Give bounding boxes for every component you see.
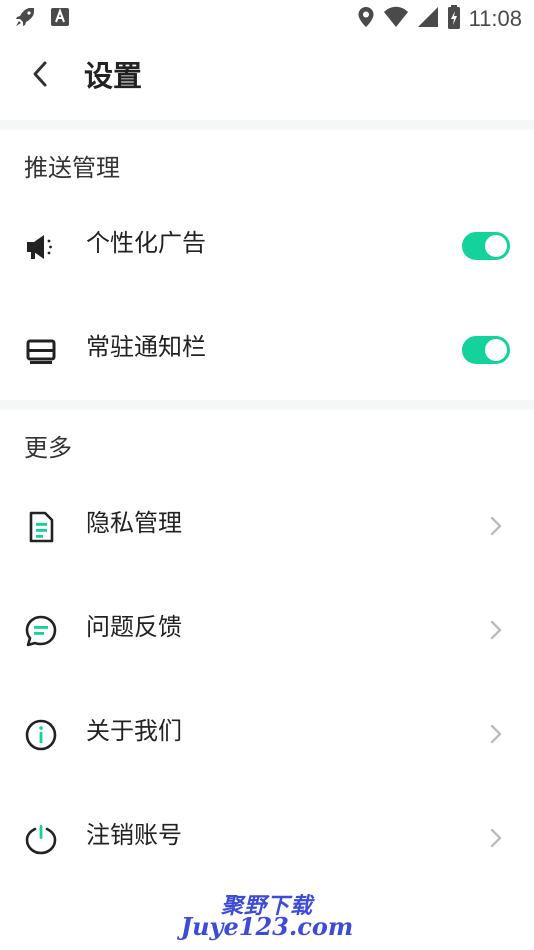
row-label: 注销账号	[86, 821, 182, 849]
signal-icon	[417, 6, 439, 32]
section-title-push: 推送管理	[24, 154, 120, 182]
settings-row-privacy[interactable]: 隐私管理	[0, 484, 534, 564]
section-title-more: 更多	[24, 434, 72, 462]
page-title: 设置	[84, 59, 143, 93]
personalized-ads-toggle[interactable]	[462, 232, 510, 260]
status-bar: 11:08	[0, 0, 534, 36]
row-label: 隐私管理	[86, 509, 182, 537]
settings-row-personalized-ads[interactable]: 个性化广告	[0, 204, 534, 284]
rocket-icon	[14, 6, 36, 32]
settings-row-about[interactable]: 关于我们	[0, 692, 534, 772]
text-a-icon	[50, 7, 70, 31]
status-right: 11:08	[357, 5, 522, 33]
row-label: 问题反馈	[86, 613, 182, 641]
back-button[interactable]	[20, 56, 60, 96]
status-time: 11:08	[468, 6, 522, 31]
chevron-right-icon	[488, 826, 504, 850]
battery-icon	[447, 5, 461, 33]
location-icon	[357, 6, 375, 32]
power-icon	[24, 822, 58, 856]
settings-row-notification-bar[interactable]: 常驻通知栏	[0, 308, 534, 388]
info-icon	[24, 718, 58, 752]
watermark-url: Juye123.com	[180, 912, 354, 941]
feedback-chat-icon	[24, 614, 58, 648]
settings-row-feedback[interactable]: 问题反馈	[0, 588, 534, 668]
settings-row-delete-account[interactable]: 注销账号	[0, 796, 534, 876]
chevron-right-icon	[488, 722, 504, 746]
row-label: 关于我们	[86, 717, 182, 745]
row-label: 常驻通知栏	[86, 333, 206, 361]
toggle-knob	[485, 339, 507, 361]
notification-bar-toggle[interactable]	[462, 336, 510, 364]
chevron-left-icon	[30, 60, 50, 92]
toggle-knob	[485, 235, 507, 257]
app-bar: 设置	[0, 36, 534, 120]
chevron-right-icon	[488, 514, 504, 538]
wifi-icon	[383, 6, 409, 32]
megaphone-icon	[24, 230, 58, 264]
section-divider	[0, 400, 534, 410]
notification-bar-icon	[24, 334, 58, 368]
status-left	[14, 6, 70, 32]
chevron-right-icon	[488, 618, 504, 642]
row-label: 个性化广告	[86, 229, 206, 257]
section-divider	[0, 120, 534, 130]
document-icon	[24, 510, 58, 544]
